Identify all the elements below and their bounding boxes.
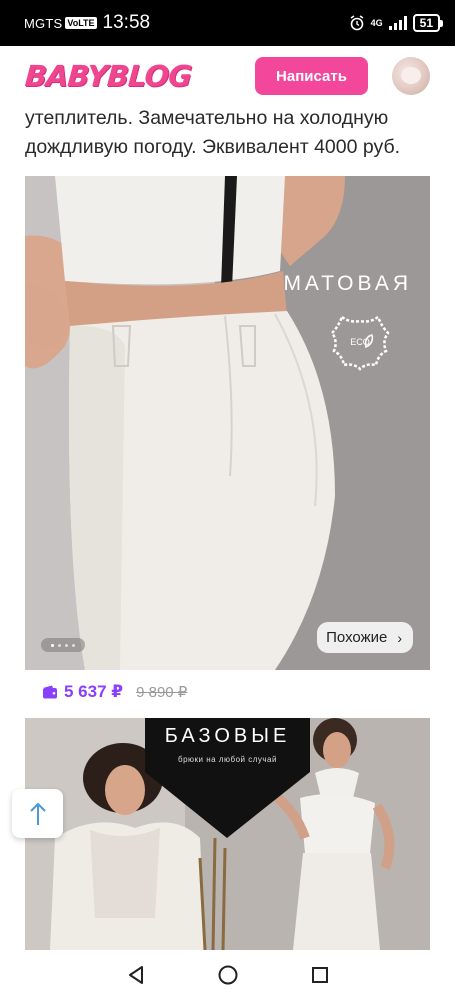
system-nav-bar [0, 950, 455, 1000]
price-current: 5 637 ₽ [64, 682, 124, 701]
similar-button-label: Похожие [326, 629, 388, 646]
status-time: 13:58 [102, 12, 151, 33]
recents-icon[interactable] [310, 965, 330, 985]
banner-subtitle: брюки на любой случай [178, 755, 277, 764]
price-row: 5 637 ₽ 9 890 ₽ [42, 682, 187, 702]
price-old: 9 890 ₽ [136, 684, 188, 701]
similar-button[interactable]: Похожие › [317, 622, 413, 653]
battery-level: 51 [412, 14, 440, 32]
chevron-right-icon: › [397, 629, 402, 646]
banner-title: БАЗОВЫЕ [164, 725, 291, 747]
carousel-dot [65, 643, 68, 647]
post-text: утеплитель. Замечательно на холодную дож… [25, 107, 401, 158]
product-image-2[interactable]: БАЗОВЫЕ брюки на любой случай [25, 718, 430, 950]
back-icon[interactable] [126, 965, 146, 985]
network-type: 4G [370, 17, 383, 28]
matte-label: МАТОВАЯ [283, 272, 412, 295]
babyblog-logo[interactable]: BABYBLOG [24, 59, 192, 93]
carousel-dots [41, 638, 85, 652]
carousel-dot [72, 643, 75, 647]
battery-icon: 51 [412, 14, 443, 32]
carrier-name: MGTS [24, 15, 63, 31]
arrow-up-icon [29, 802, 46, 825]
carousel-dot [51, 643, 54, 647]
product-photo-illustration [25, 176, 430, 670]
status-icons: 4G 51 [349, 14, 443, 32]
eco-leather-icon: ECO [330, 315, 390, 371]
alarm-icon [350, 15, 364, 31]
home-icon[interactable] [217, 964, 239, 986]
write-button[interactable]: Написать [255, 57, 368, 95]
banner-triangle [145, 772, 310, 838]
product-image[interactable]: МАТОВАЯ ECO Похожие › [25, 176, 430, 670]
signal-icon [388, 16, 407, 30]
carousel-dot [58, 643, 61, 647]
app-header: BABYBLOG Написать [0, 46, 455, 106]
scroll-top-button[interactable] [12, 789, 63, 838]
status-bar: MGTS VoLTE 13:58 4G 51 [0, 0, 455, 46]
wallet-icon [43, 685, 57, 699]
avatar[interactable] [392, 57, 430, 95]
volte-badge: VoLTE [65, 17, 97, 29]
